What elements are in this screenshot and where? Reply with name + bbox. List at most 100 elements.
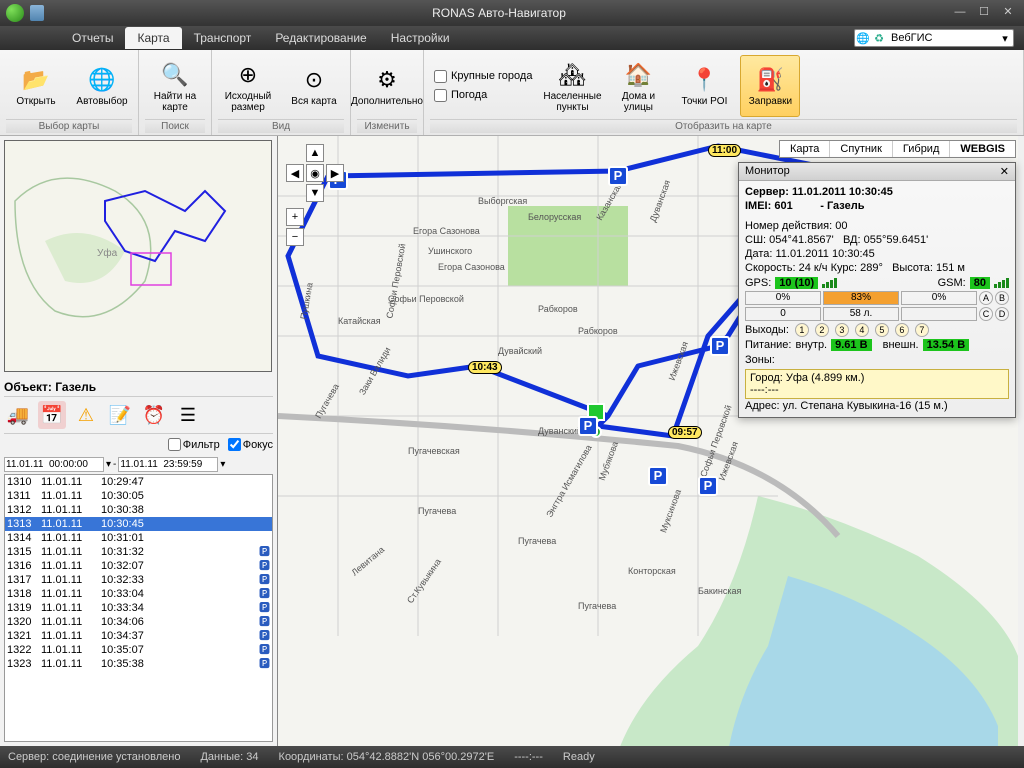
event-row[interactable]: 131611.01.1110:32:07🅿: [5, 559, 272, 573]
street-label: Егора Сазонова: [413, 226, 480, 236]
pan-down-button[interactable]: ▼: [306, 184, 324, 202]
ribbon-Исходный размер[interactable]: ⊕Исходный размер: [218, 55, 278, 117]
minimap[interactable]: Карта Уфа: [4, 140, 272, 372]
pan-right-button[interactable]: ▶: [326, 164, 344, 182]
notes-icon[interactable]: 📝: [106, 401, 134, 429]
street-label: Рабкоров: [578, 326, 618, 336]
monitor-close-icon[interactable]: ✕: [1000, 165, 1009, 178]
pan-center-button[interactable]: ◉: [306, 164, 324, 182]
object-toolbar: 🚚 📅 ⚠ 📝 ⏰ ☰: [4, 396, 273, 434]
check-Погода[interactable]: Погода: [434, 89, 532, 102]
refresh-icon[interactable]: ♻: [871, 30, 887, 46]
event-row[interactable]: 132311.01.1110:35:38🅿: [5, 657, 272, 671]
ribbon-Точки POI[interactable]: 📍Точки POI: [674, 55, 734, 117]
filter-checkbox[interactable]: Фильтр: [168, 438, 220, 451]
list-icon[interactable]: ☰: [174, 401, 202, 429]
ribbon-Найти на карте[interactable]: 🔍Найти на карте: [145, 55, 205, 117]
menu-tab-Карта[interactable]: Карта: [125, 27, 181, 49]
event-row[interactable]: 131011.01.1110:29:47: [5, 475, 272, 489]
ribbon-Вся карта[interactable]: ⊙Вся карта: [284, 55, 344, 117]
parking-marker[interactable]: P: [648, 466, 668, 486]
street-label: Дувайский: [498, 346, 542, 356]
street-label: Бакинская: [698, 586, 741, 596]
chevron-down-icon[interactable]: ▾: [997, 30, 1013, 46]
event-row[interactable]: 131311.01.1110:30:45: [5, 517, 272, 531]
truck-icon[interactable]: 🚚: [4, 401, 32, 429]
output-7[interactable]: 7: [915, 323, 929, 337]
maptype-Гибрид[interactable]: Гибрид: [893, 141, 950, 157]
gsm-bars-icon: [994, 278, 1009, 288]
map-area[interactable]: ВыборгскаяБелорусскаяКазанскаяДуванскаяБ…: [278, 136, 1024, 746]
output-5[interactable]: 5: [875, 323, 889, 337]
menu-tab-Транспорт[interactable]: Транспорт: [182, 27, 264, 49]
maptype-Карта[interactable]: Карта: [780, 141, 830, 157]
parking-marker[interactable]: P: [608, 166, 628, 186]
event-row[interactable]: 131711.01.1110:32:33🅿: [5, 573, 272, 587]
ribbon-Заправки[interactable]: ⛽Заправки: [740, 55, 800, 117]
street-label: Пугачевская: [408, 446, 460, 456]
maptype-Спутник[interactable]: Спутник: [830, 141, 892, 157]
window-title: RONAS Авто-Навигатор: [52, 6, 946, 20]
zoom-in-button[interactable]: +: [286, 208, 304, 226]
db-icon: [30, 5, 44, 21]
street-label: Белорусская: [528, 212, 581, 222]
ribbon-Открыть[interactable]: 📂Открыть: [6, 55, 66, 117]
output-3[interactable]: 3: [835, 323, 849, 337]
clock-icon[interactable]: ⏰: [140, 401, 168, 429]
ribbon-Автовыбор[interactable]: 🌐Автовыбор: [72, 55, 132, 117]
menu-tab-Отчеты[interactable]: Отчеты: [60, 27, 125, 49]
globe-icon: 🌐: [855, 30, 871, 46]
date-to[interactable]: [118, 457, 218, 472]
object-label: Объект: Газель: [4, 378, 273, 396]
street-label: Пугачева: [418, 506, 456, 516]
time-tag: 09:57: [668, 426, 702, 439]
map-type-tabs: КартаСпутникГибридWEBGIS: [779, 140, 1016, 158]
minimize-button[interactable]: —: [950, 5, 970, 21]
zoom-out-button[interactable]: −: [286, 228, 304, 246]
street-label: Рабкоров: [538, 304, 578, 314]
time-tag: 11:00: [708, 144, 741, 157]
parking-marker[interactable]: P: [710, 336, 730, 356]
gps-bars-icon: [822, 278, 837, 288]
event-row[interactable]: 132011.01.1110:34:06🅿: [5, 615, 272, 629]
close-button[interactable]: ✕: [998, 5, 1018, 21]
ribbon-Дополнительно[interactable]: ⚙Дополнительно: [357, 55, 417, 117]
ribbon-icon: 📂: [20, 64, 52, 96]
event-row[interactable]: 131211.01.1110:30:38: [5, 503, 272, 517]
parking-marker[interactable]: P: [698, 476, 718, 496]
output-6[interactable]: 6: [895, 323, 909, 337]
calendar-icon[interactable]: 📅: [38, 401, 66, 429]
parking-marker[interactable]: P: [578, 416, 598, 436]
webgis-input[interactable]: [887, 32, 997, 44]
alert-icon[interactable]: ⚠: [72, 401, 100, 429]
dropdown-icon[interactable]: ▾: [106, 459, 111, 470]
event-row[interactable]: 132211.01.1110:35:07🅿: [5, 643, 272, 657]
maximize-button[interactable]: ☐: [974, 5, 994, 21]
pan-up-button[interactable]: ▲: [306, 144, 324, 162]
event-list[interactable]: 131011.01.1110:29:47131111.01.1110:30:05…: [4, 474, 273, 742]
ribbon-Дома и улицы[interactable]: 🏠Дома и улицы: [608, 55, 668, 117]
event-row[interactable]: 131411.01.1110:31:01: [5, 531, 272, 545]
menu-tab-Редактирование[interactable]: Редактирование: [263, 27, 378, 49]
output-2[interactable]: 2: [815, 323, 829, 337]
status-coords: Координаты: 054°42.8882'N 056°00.2972'E: [279, 751, 495, 763]
focus-checkbox[interactable]: Фокус: [228, 438, 273, 451]
output-4[interactable]: 4: [855, 323, 869, 337]
pan-left-button[interactable]: ◀: [286, 164, 304, 182]
dropdown-icon[interactable]: ▾: [220, 459, 225, 470]
event-row[interactable]: 131811.01.1110:33:04🅿: [5, 587, 272, 601]
status-data: Данные: 34: [200, 751, 258, 763]
maptype-WEBGIS[interactable]: WEBGIS: [950, 141, 1015, 157]
check-Крупные города[interactable]: Крупные города: [434, 70, 532, 83]
ribbon-Населенные пункты[interactable]: 🏘Населенные пункты: [542, 55, 602, 117]
event-row[interactable]: 131111.01.1110:30:05: [5, 489, 272, 503]
date-from[interactable]: [4, 457, 104, 472]
output-1[interactable]: 1: [795, 323, 809, 337]
event-row[interactable]: 132111.01.1110:34:37🅿: [5, 629, 272, 643]
ribbon-icon: 🔍: [159, 59, 191, 91]
webgis-search[interactable]: 🌐 ♻ ▾: [854, 29, 1014, 47]
event-row[interactable]: 131511.01.1110:31:32🅿: [5, 545, 272, 559]
menu-tab-Настройки[interactable]: Настройки: [379, 27, 462, 49]
event-row[interactable]: 131911.01.1110:33:34🅿: [5, 601, 272, 615]
street-label: Конторская: [628, 566, 676, 576]
